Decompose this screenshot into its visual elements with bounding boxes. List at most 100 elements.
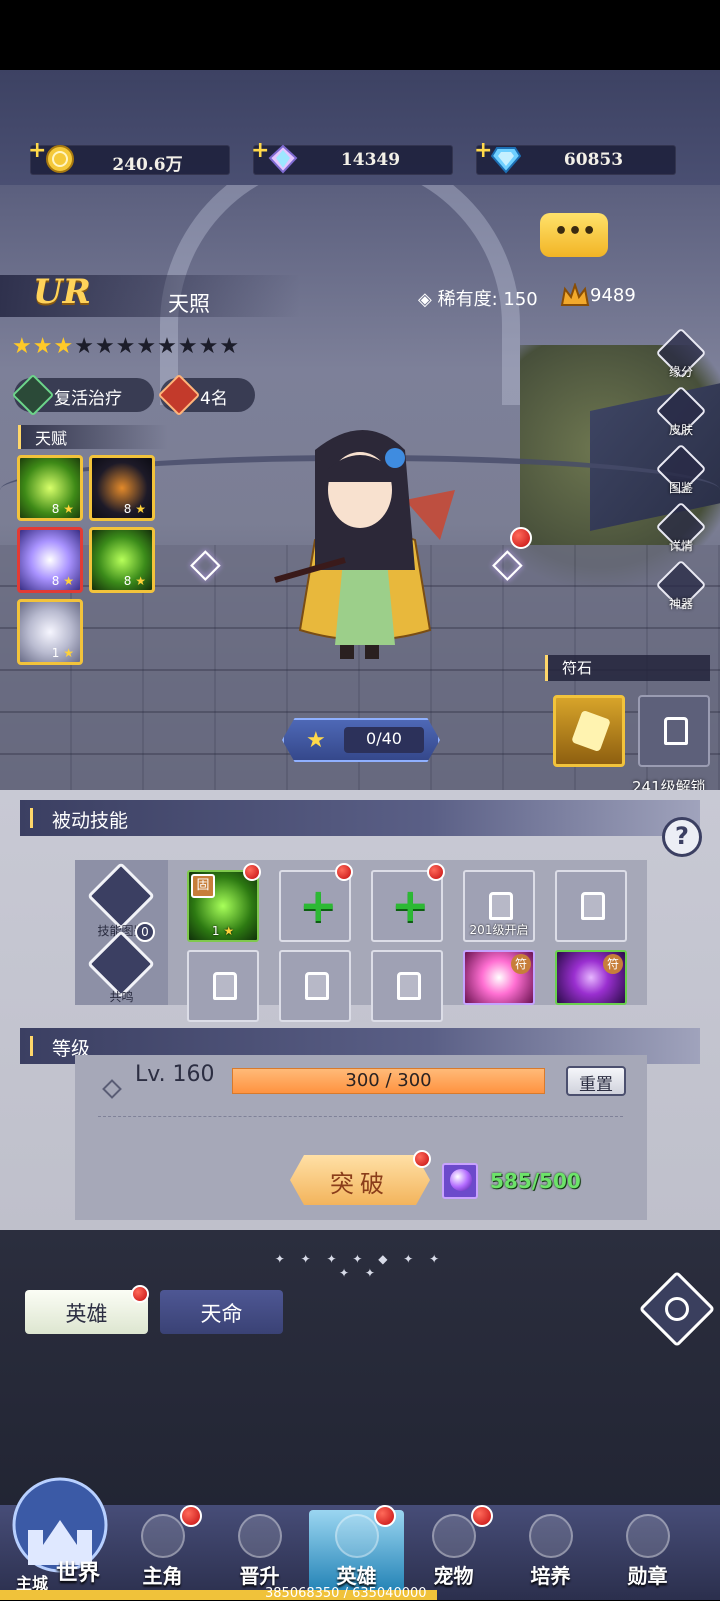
hero-position-tag[interactable]: 4名 xyxy=(157,373,255,417)
unlock-level-text: 201级开启 xyxy=(469,923,529,937)
nav-training[interactable]: 培养 xyxy=(503,1510,598,1595)
divider xyxy=(98,1116,623,1117)
rune-stone-icon xyxy=(571,709,611,753)
position-text: 4名 xyxy=(200,389,228,409)
fixed-badge: 固 xyxy=(191,874,215,898)
rune-skill-slot[interactable]: 符 xyxy=(463,950,535,1005)
diamond-resource[interactable]: + 60853 xyxy=(474,138,676,175)
hero-exp-bar[interactable]: ★ 0/40 xyxy=(282,718,440,762)
crown-icon xyxy=(560,283,590,306)
purple-orb-icon xyxy=(442,1163,478,1199)
skill-level: 1 ★ xyxy=(211,924,235,938)
talent-level: 8 ★ xyxy=(51,502,74,516)
tab-destiny[interactable]: 天命 xyxy=(160,1290,283,1334)
passive-skill-header: 被动技能 xyxy=(20,800,700,836)
lock-icon xyxy=(397,972,421,1000)
plus-icon: + xyxy=(299,878,338,932)
talent-slot[interactable]: 8 ★ xyxy=(89,527,155,593)
role-text: 复活治疗 xyxy=(54,389,122,409)
rune-badge: 符 xyxy=(511,954,531,974)
nav-label: 主角 xyxy=(142,1564,183,1588)
chat-bubble-button[interactable]: ••• xyxy=(540,213,608,257)
help-button[interactable]: ? xyxy=(662,817,702,857)
notification-dot xyxy=(131,1285,149,1303)
add-skill-slot[interactable]: + xyxy=(371,870,443,942)
add-gold-icon[interactable]: + xyxy=(28,138,46,163)
rune-skill-slot[interactable]: 符 xyxy=(555,950,627,1005)
talent-slot[interactable]: 1 ★ xyxy=(17,599,83,665)
breakthrough-button[interactable]: 突破 xyxy=(290,1155,430,1205)
previous-hero-icon[interactable]: ◇ xyxy=(190,540,221,586)
decorative-divider: ✦ ✦ ✦ ✦ ◆ ✦ ✦ ✦ ✦ xyxy=(274,1252,446,1280)
rainbow-gem-icon xyxy=(268,144,298,174)
locked-skill-slot[interactable] xyxy=(279,950,351,1022)
locked-skill-slot[interactable] xyxy=(555,870,627,942)
rune-slot-locked[interactable] xyxy=(638,695,710,767)
passive-skill-slot[interactable]: 固 1 ★ xyxy=(187,870,259,942)
details-button[interactable]: 详情 xyxy=(655,501,707,559)
talent-level: 8 ★ xyxy=(51,574,74,588)
locked-skill-slot[interactable] xyxy=(187,950,259,1022)
notification-dot xyxy=(180,1505,202,1527)
talent-slot[interactable]: 8 ★ xyxy=(17,455,83,521)
medal-icon xyxy=(625,1514,670,1558)
compass-icon xyxy=(528,1514,573,1558)
diamond-value: 60853 xyxy=(563,150,624,170)
lock-icon xyxy=(213,972,237,1000)
talent-slot[interactable]: 8 ★ xyxy=(17,527,83,593)
skin-button[interactable]: 皮肤 xyxy=(655,385,707,443)
star-icon: ★ xyxy=(53,334,75,359)
bond-label: 缘分 xyxy=(668,365,693,379)
star-empty-icon: ★ xyxy=(198,334,220,359)
level-exp-text: 300 / 300 xyxy=(345,1070,432,1091)
skill-codex-icon[interactable] xyxy=(87,862,155,930)
gold-resource[interactable]: + 240.6万 xyxy=(28,138,230,175)
codex-button[interactable]: 图鉴 xyxy=(655,443,707,501)
gold-coin-icon xyxy=(46,145,74,173)
lock-icon xyxy=(489,892,513,920)
talent-slot[interactable]: 8 ★ xyxy=(89,455,155,521)
add-gem-icon[interactable]: + xyxy=(251,138,269,163)
blue-diamond-icon xyxy=(491,147,521,174)
details-label: 详情 xyxy=(668,539,693,553)
nav-promotion[interactable]: 晋升 xyxy=(212,1510,307,1595)
star-icon: ★ xyxy=(12,334,33,359)
star-upgrade-icon: ★ xyxy=(306,728,326,753)
tab-hero[interactable]: 英雄 xyxy=(25,1290,148,1334)
locked-skill-slot[interactable] xyxy=(371,950,443,1022)
rune-slot[interactable] xyxy=(553,695,625,767)
gem-resource[interactable]: + 14349 xyxy=(251,138,453,175)
notification-dot xyxy=(510,527,532,549)
hero-rank-badge: UR xyxy=(33,272,91,312)
wings-icon xyxy=(237,1514,282,1558)
add-diamond-icon[interactable]: + xyxy=(474,138,492,163)
nav-medal[interactable]: 勋章 xyxy=(600,1510,695,1595)
resonance-label: 共鸣 xyxy=(109,990,134,1004)
bond-button[interactable]: 缘分 xyxy=(655,327,707,385)
notification-dot xyxy=(471,1505,493,1527)
reset-button[interactable]: 重置 xyxy=(566,1066,626,1096)
lock-icon xyxy=(305,972,329,1000)
footer-progress-text: 385068350 / 635040000 xyxy=(265,1586,427,1601)
world-label: 世界 xyxy=(56,1561,101,1586)
power-display: 9489 xyxy=(560,283,636,306)
star-icon: ★ xyxy=(32,334,54,359)
resonance-count: 0 xyxy=(135,922,155,942)
protagonist-icon xyxy=(140,1514,185,1558)
star-empty-icon: ★ xyxy=(136,334,158,359)
nav-label: 勋章 xyxy=(627,1564,668,1588)
hero-role-tag[interactable]: 复活治疗 xyxy=(11,373,154,417)
rune-label: 符石 xyxy=(545,655,710,681)
world-button[interactable]: 世界 主城 xyxy=(8,1470,113,1595)
star-empty-icon: ★ xyxy=(115,334,137,359)
add-skill-slot[interactable]: + xyxy=(279,870,351,942)
star-empty-icon: ★ xyxy=(74,334,95,359)
locked-skill-slot[interactable]: 201级开启 xyxy=(463,870,535,942)
eye-icon xyxy=(665,1297,689,1321)
rarity-label: ◈ 稀有度: 150 xyxy=(418,289,538,310)
talent-level: 1 ★ xyxy=(51,646,74,660)
artifact-button[interactable]: 神器 xyxy=(655,559,707,617)
nav-label: 培养 xyxy=(530,1564,571,1588)
nav-label: 英雄 xyxy=(336,1564,377,1588)
hero-level: Lv. 160 xyxy=(135,1062,215,1087)
